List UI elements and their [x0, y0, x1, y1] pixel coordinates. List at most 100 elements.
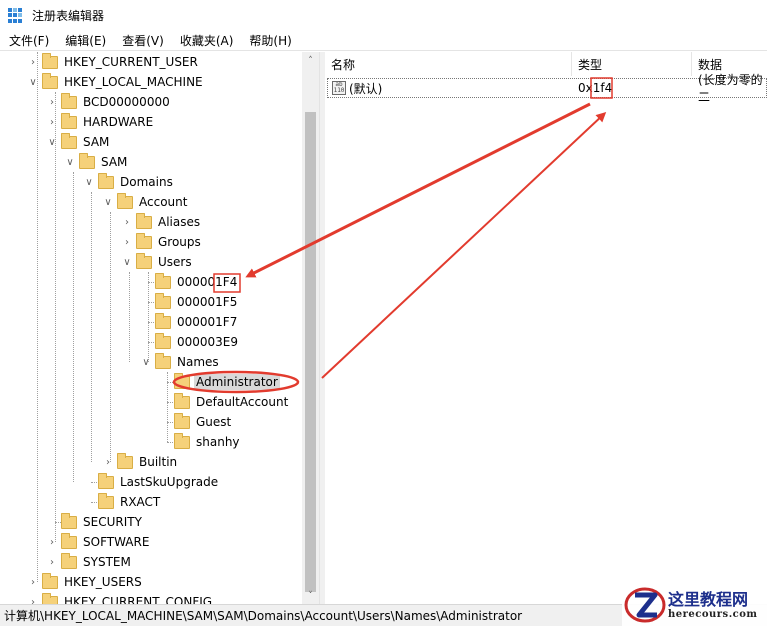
folder-icon: [61, 132, 77, 149]
watermark-url: herecours.com: [668, 608, 758, 620]
tree-item-label: HKEY_USERS: [64, 575, 142, 589]
folder-icon: [42, 592, 58, 604]
tree-item-guest[interactable]: Guest: [158, 412, 233, 432]
tree-item-label: Groups: [158, 235, 201, 249]
value-data: (长度为零的二: [698, 73, 763, 104]
tree-item-builtin[interactable]: › Builtin: [101, 452, 179, 472]
folder-icon: [117, 192, 133, 209]
chevron-right-icon[interactable]: ›: [120, 232, 134, 252]
folder-icon: [42, 72, 58, 89]
tree-item-hkey-users[interactable]: › HKEY_USERS: [26, 572, 144, 592]
tree-item-groups[interactable]: › Groups: [120, 232, 203, 252]
registry-tree: › HKEY_CURRENT_USER ∨ HKEY_LOCAL_MACHINE…: [0, 52, 320, 604]
folder-icon: [61, 512, 77, 529]
chevron-down-icon[interactable]: ∨: [120, 252, 134, 272]
tree-item-aliases[interactable]: › Aliases: [120, 212, 202, 232]
tree-item-label: Administrator: [194, 374, 280, 390]
value-type: 0x1f4: [578, 81, 613, 95]
menu-edit[interactable]: 编辑(E): [56, 31, 113, 51]
tree-item-label: HKEY_CURRENT_USER: [64, 55, 198, 69]
menu-view[interactable]: 查看(V): [113, 31, 171, 51]
tree-item-account[interactable]: ∨ Account: [101, 192, 189, 212]
tree-item-hkey-current-config[interactable]: › HKEY_CURRENT_CONFIG: [26, 592, 214, 604]
tree-item-000001f5[interactable]: 000001F5: [139, 292, 239, 312]
tree-item-hkey-current-user[interactable]: › HKEY_CURRENT_USER: [26, 52, 200, 72]
chevron-right-icon[interactable]: ›: [101, 452, 115, 472]
tree-item-defaultaccount[interactable]: DefaultAccount: [158, 392, 290, 412]
window-title: 注册表编辑器: [32, 9, 105, 23]
folder-icon: [98, 492, 114, 509]
value-row-default[interactable]: ab 110 (默认) 0x1f4 (长度为零的二: [327, 73, 767, 104]
site-logo-icon: [624, 587, 666, 623]
folder-icon: [61, 552, 77, 569]
chevron-down-icon[interactable]: ∨: [26, 72, 40, 92]
tree-scrollbar[interactable]: ˄ ˅: [302, 52, 319, 604]
tree-item-label: Guest: [196, 415, 232, 429]
tree-item-hardware[interactable]: › HARDWARE: [45, 112, 155, 132]
tree-item-label: HKEY_CURRENT_CONFIG: [64, 595, 213, 604]
menu-file[interactable]: 文件(F): [0, 31, 56, 51]
tree-item-000001f7[interactable]: 000001F7: [139, 312, 239, 332]
watermark-name: 这里教程网: [668, 589, 749, 609]
chevron-right-icon[interactable]: ›: [45, 532, 59, 552]
tree-item-users[interactable]: ∨ Users: [120, 252, 194, 272]
folder-icon: [98, 472, 114, 489]
scroll-down-icon[interactable]: ˅: [302, 587, 319, 604]
tree-item-rxact[interactable]: RXACT: [82, 492, 162, 512]
tree-item-label: Users: [158, 255, 192, 269]
scrollbar-thumb[interactable]: [305, 112, 316, 592]
tree-item-000003e9[interactable]: 000003E9: [139, 332, 240, 352]
tree-item-label: RXACT: [120, 495, 161, 509]
folder-icon: [61, 112, 77, 129]
chevron-right-icon[interactable]: ›: [120, 212, 134, 232]
chevron-right-icon[interactable]: ›: [45, 552, 59, 572]
tree-item-shanhy[interactable]: shanhy: [158, 432, 242, 452]
tree-item-system[interactable]: › SYSTEM: [45, 552, 133, 572]
chevron-down-icon[interactable]: ∨: [63, 152, 77, 172]
chevron-right-icon[interactable]: ›: [45, 112, 59, 132]
chevron-right-icon[interactable]: ›: [26, 52, 40, 72]
chevron-right-icon[interactable]: ›: [26, 592, 40, 605]
chevron-right-icon[interactable]: ›: [26, 572, 40, 592]
tree-item-label: LastSkuUpgrade: [120, 475, 219, 489]
tree-item-software[interactable]: › SOFTWARE: [45, 532, 151, 552]
tree-item-000001f4[interactable]: 000001F4: [139, 272, 239, 292]
menu-favorites[interactable]: 收藏夹(A): [171, 31, 241, 51]
status-path: 计算机\HKEY_LOCAL_MACHINE\SAM\SAM\Domains\A…: [4, 609, 523, 623]
chevron-down-icon[interactable]: ∨: [139, 352, 153, 372]
chevron-down-icon[interactable]: ∨: [82, 172, 96, 192]
tree-item-sam-sam[interactable]: ∨ SAM: [63, 152, 129, 172]
folder-icon: [155, 332, 171, 349]
column-header-type[interactable]: 类型: [572, 52, 692, 76]
tree-item-domains[interactable]: ∨ Domains: [82, 172, 175, 192]
tree-item-administrator[interactable]: Administrator: [158, 372, 280, 392]
tree-item-label: 000001F5: [177, 295, 238, 309]
tree-item-bcd[interactable]: › BCD00000000: [45, 92, 172, 112]
menu-help[interactable]: 帮助(H): [240, 31, 298, 51]
chevron-down-icon[interactable]: ∨: [45, 132, 59, 152]
tree-item-label: 000001F4: [177, 275, 238, 289]
folder-icon: [136, 252, 152, 269]
tree-item-security[interactable]: SECURITY: [45, 512, 144, 532]
chevron-right-icon[interactable]: ›: [45, 92, 59, 112]
folder-icon: [155, 312, 171, 329]
tree-item-label: SOFTWARE: [83, 535, 150, 549]
tree-item-lastskuupgrade[interactable]: LastSkuUpgrade: [82, 472, 220, 492]
scroll-up-icon[interactable]: ˄: [302, 52, 319, 69]
chevron-down-icon[interactable]: ∨: [101, 192, 115, 212]
tree-item-label: SECURITY: [83, 515, 142, 529]
folder-icon: [42, 52, 58, 69]
tree-item-label: 000003E9: [177, 335, 239, 349]
regedit-app-icon: [8, 7, 24, 24]
tree-item-label: HKEY_LOCAL_MACHINE: [64, 75, 203, 89]
folder-icon: [155, 272, 171, 289]
tree-item-label: Names: [177, 355, 219, 369]
column-header-name[interactable]: 名称: [325, 52, 572, 76]
folder-icon: [117, 452, 133, 469]
tree-item-label: 000001F7: [177, 315, 238, 329]
tree-item-names[interactable]: ∨ Names: [139, 352, 221, 372]
folder-icon: [42, 572, 58, 589]
value-name: (默认): [349, 81, 383, 96]
tree-item-sam[interactable]: ∨ SAM: [45, 132, 111, 152]
tree-item-hkey-local-machine[interactable]: ∨ HKEY_LOCAL_MACHINE: [26, 72, 205, 92]
